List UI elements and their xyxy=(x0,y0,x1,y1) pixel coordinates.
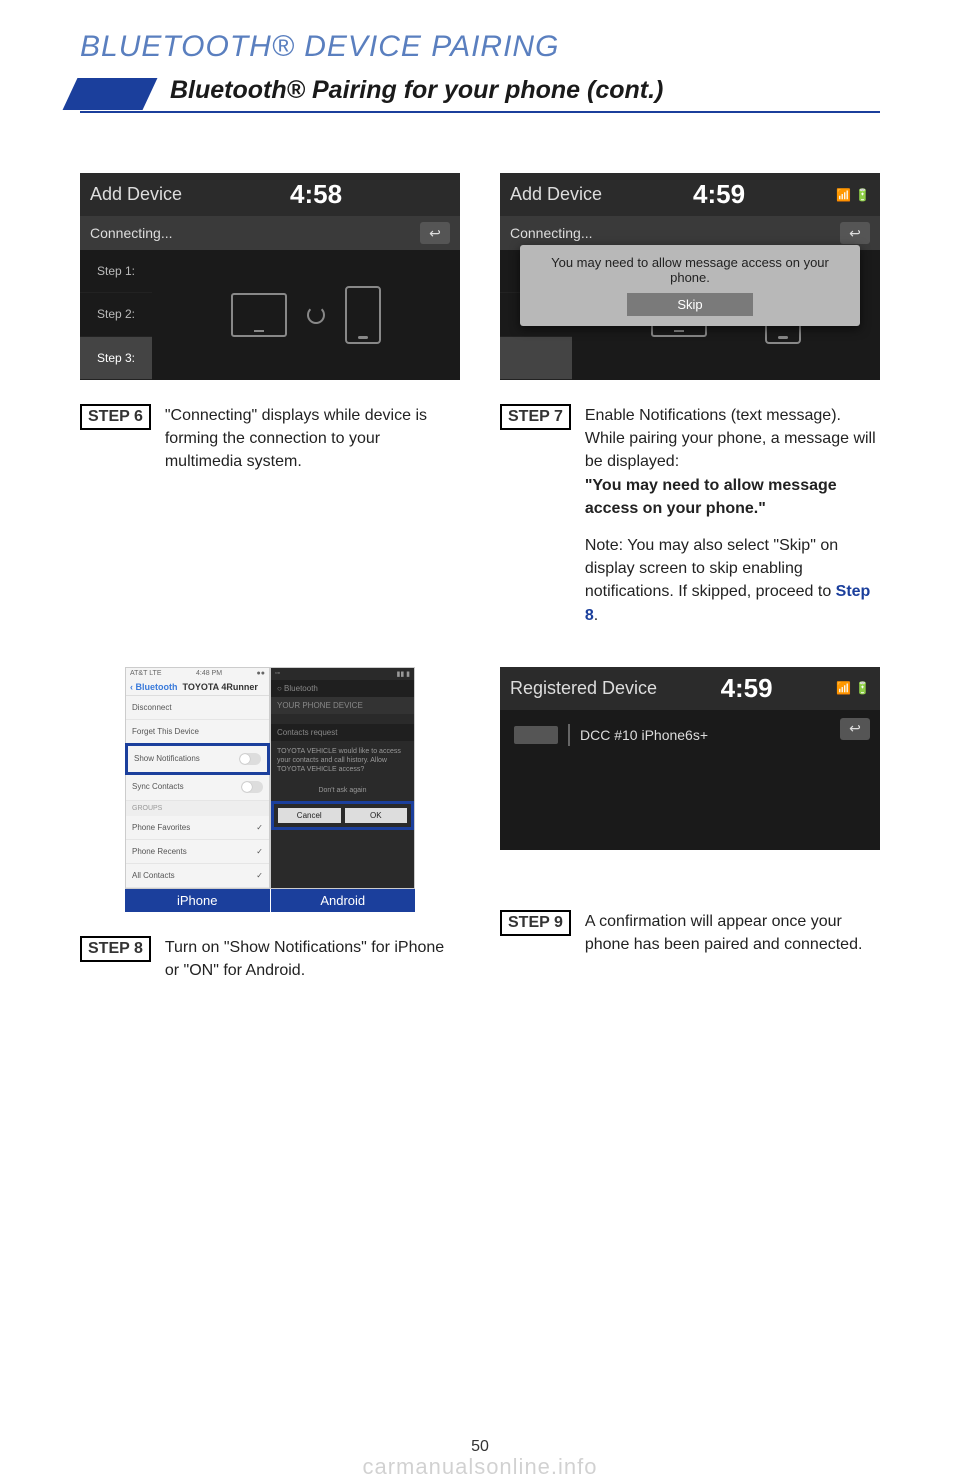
screen-topbar: Add Device 4:58 xyxy=(80,173,460,216)
ok-button[interactable]: OK xyxy=(345,808,408,823)
status-icons: 📶 🔋 xyxy=(836,188,870,202)
android-statusbar: ▫▫▮▮ ▮ xyxy=(271,668,414,680)
infotainment-screenshot-registered: Registered Device 4:59 📶 🔋 DCC #10 iPhon… xyxy=(500,667,880,850)
iphone-statusbar: AT&T LTE4:48 PM●● xyxy=(126,668,269,679)
step8-block: STEP 8 Turn on "Show Notifications" for … xyxy=(80,936,460,982)
back-link[interactable]: ‹ Bluetooth xyxy=(130,682,178,692)
popup-text: You may need to allow message access on … xyxy=(532,255,848,285)
screen-title: Add Device xyxy=(510,184,602,205)
subbar-text: Connecting... xyxy=(510,225,593,241)
row-forget[interactable]: Forget This Device xyxy=(126,720,269,744)
iphone-header: ‹ Bluetooth TOYOTA 4Runner xyxy=(126,679,269,696)
step6-text: "Connecting" displays while device is fo… xyxy=(165,404,460,474)
android-dialog-buttons: Cancel OK xyxy=(271,801,414,830)
step-2: Step 2: xyxy=(80,293,152,336)
row-all-contacts[interactable]: All Contacts✓ xyxy=(126,864,269,888)
screen-title: Add Device xyxy=(90,184,182,205)
step9-text: A confirmation will appear once your pho… xyxy=(585,910,880,956)
toggle-icon[interactable] xyxy=(241,781,263,793)
cell-step7: Add Device 4:59 📶 🔋 Connecting... ↩ xyxy=(500,173,880,627)
toggle-icon[interactable] xyxy=(239,753,261,765)
step8-text: Turn on "Show Notifications" for iPhone … xyxy=(165,936,460,982)
status-icons: 📶 🔋 xyxy=(836,681,870,695)
step6-block: STEP 6 "Connecting" displays while devic… xyxy=(80,404,460,474)
step7-note: Note: You may also select "Skip" on disp… xyxy=(585,537,838,600)
screen-clock: 4:58 xyxy=(290,179,342,210)
step9-badge: STEP 9 xyxy=(500,910,571,936)
signal-icon: 📶 xyxy=(836,681,851,695)
screen-clock: 4:59 xyxy=(721,673,773,704)
step7-p1: Enable Notifications (text message). Whi… xyxy=(585,407,876,470)
row-recents[interactable]: Phone Recents✓ xyxy=(126,840,269,864)
step7-note-suffix: . xyxy=(594,607,598,624)
registered-body: DCC #10 iPhone6s+ ↩ xyxy=(500,710,880,850)
screen-topbar: Registered Device 4:59 📶 🔋 xyxy=(500,667,880,710)
screen-clock: 4:59 xyxy=(693,179,745,210)
row-disconnect[interactable]: Disconnect xyxy=(126,696,269,720)
content-grid: Add Device 4:58 Connecting... ↩ Step 1: … xyxy=(80,173,880,982)
signal-icon: 📶 xyxy=(836,188,851,202)
cancel-button[interactable]: Cancel xyxy=(278,808,341,823)
android-header: ○ Bluetooth xyxy=(271,680,414,697)
groups-section: GROUPS xyxy=(126,801,269,816)
section-header: BLUETOOTH® DEVICE PAIRING xyxy=(80,30,880,64)
android-screenshot: ▫▫▮▮ ▮ ○ Bluetooth YOUR PHONE DEVICE Con… xyxy=(270,667,415,889)
android-dialog-title: Contacts request xyxy=(271,724,414,741)
registered-device-row[interactable]: DCC #10 iPhone6s+ xyxy=(510,718,830,752)
screen-topbar: Add Device 4:59 📶 🔋 xyxy=(500,173,880,216)
battery-icon: 🔋 xyxy=(855,188,870,202)
title-accent xyxy=(63,78,158,110)
cell-step9: Registered Device 4:59 📶 🔋 DCC #10 iPhon… xyxy=(500,667,880,982)
step7-block: STEP 7 Enable Notifications (text messag… xyxy=(500,404,880,627)
row-favorites[interactable]: Phone Favorites✓ xyxy=(126,816,269,840)
phone-screenshots: AT&T LTE4:48 PM●● ‹ Bluetooth TOYOTA 4Ru… xyxy=(125,667,415,889)
label-iphone: iPhone xyxy=(125,889,270,912)
step9-block: STEP 9 A confirmation will appear once y… xyxy=(500,910,880,956)
cell-step6: Add Device 4:58 Connecting... ↩ Step 1: … xyxy=(80,173,460,627)
step-1: Step 1: xyxy=(80,250,152,293)
device-name: DCC #10 iPhone6s+ xyxy=(580,727,708,743)
connecting-graphic xyxy=(152,250,460,380)
phone-labels: iPhone Android xyxy=(125,889,415,912)
phone-icon xyxy=(345,286,381,344)
step7-bold: "You may need to allow message access on… xyxy=(585,477,837,517)
cell-step8: AT&T LTE4:48 PM●● ‹ Bluetooth TOYOTA 4Ru… xyxy=(80,667,460,982)
title-row: Bluetooth® Pairing for your phone (cont.… xyxy=(80,76,880,113)
step7-badge: STEP 7 xyxy=(500,404,571,430)
skip-button[interactable]: Skip xyxy=(627,293,752,316)
iphone-screenshot: AT&T LTE4:48 PM●● ‹ Bluetooth TOYOTA 4Ru… xyxy=(125,667,270,889)
message-access-popup: You may need to allow message access on … xyxy=(520,245,860,326)
screen-body: Step 1: Step 2: Step 3: xyxy=(80,250,460,380)
divider xyxy=(568,724,570,746)
page-title: Bluetooth® Pairing for your phone (cont.… xyxy=(170,76,663,111)
step7-text: Enable Notifications (text message). Whi… xyxy=(585,404,880,627)
android-dont-ask[interactable]: Don't ask again xyxy=(271,780,414,801)
headunit-icon xyxy=(231,293,287,337)
android-dialog-body: TOYOTA VEHICLE would like to access your… xyxy=(271,741,414,780)
back-icon[interactable]: ↩ xyxy=(840,222,870,244)
label-android: Android xyxy=(270,889,416,912)
step8-badge: STEP 8 xyxy=(80,936,151,962)
battery-icon: 🔋 xyxy=(855,681,870,695)
device-chip xyxy=(514,726,558,744)
infotainment-screenshot-connecting: Add Device 4:58 Connecting... ↩ Step 1: … xyxy=(80,173,460,380)
back-icon[interactable]: ↩ xyxy=(840,718,870,740)
step-3: Step 3: xyxy=(80,337,152,380)
screen-title: Registered Device xyxy=(510,678,657,699)
row-sync-contacts[interactable]: Sync Contacts xyxy=(126,774,269,801)
watermark: carmanualsonline.info xyxy=(0,1454,960,1480)
subbar-text: Connecting... xyxy=(90,225,173,241)
back-icon[interactable]: ↩ xyxy=(420,222,450,244)
android-device: YOUR PHONE DEVICE xyxy=(271,697,414,714)
step6-badge: STEP 6 xyxy=(80,404,151,430)
step-list: Step 1: Step 2: Step 3: xyxy=(80,250,152,380)
screen-subbar: Connecting... ↩ xyxy=(80,216,460,250)
spinner-icon xyxy=(307,306,325,324)
infotainment-screenshot-popup: Add Device 4:59 📶 🔋 Connecting... ↩ xyxy=(500,173,880,380)
row-show-notifications[interactable]: Show Notifications xyxy=(125,743,270,775)
